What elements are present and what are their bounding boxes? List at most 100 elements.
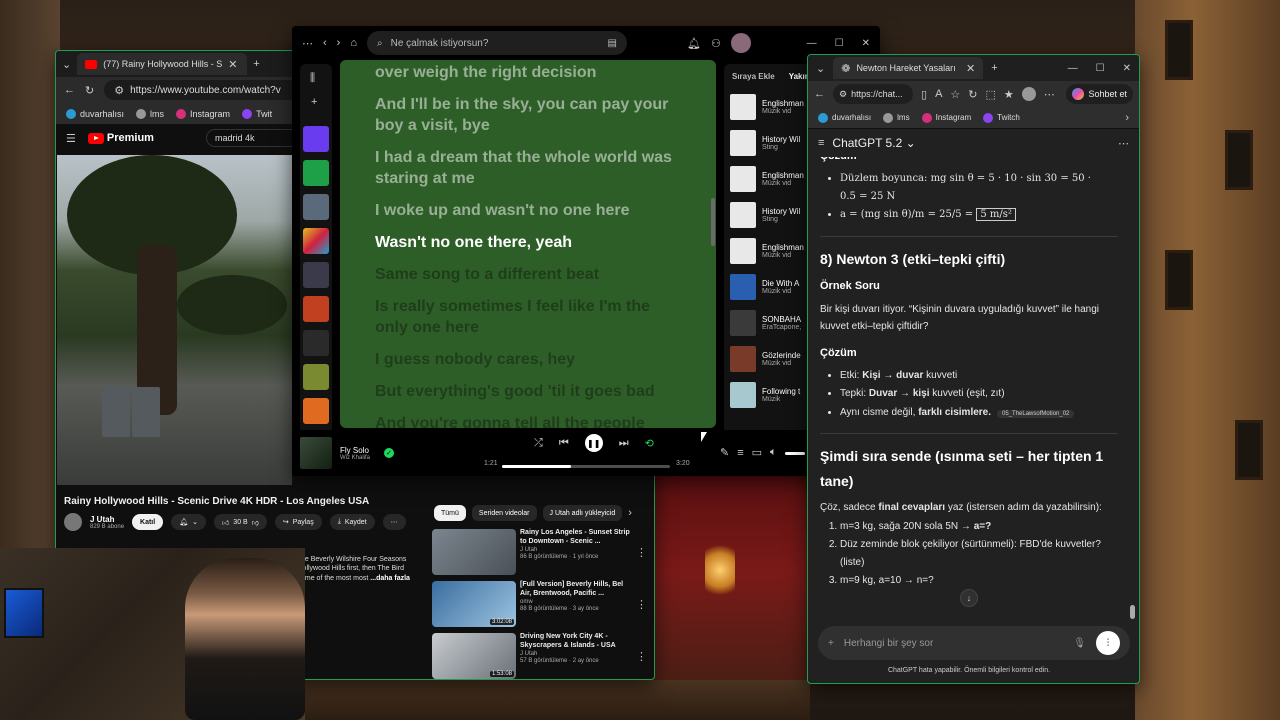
video-player[interactable]	[57, 155, 292, 485]
address-bar[interactable]: ⚙ https://chat...	[833, 84, 913, 104]
copilot-button[interactable]: Sohbet et	[1066, 84, 1133, 104]
playlist-tile[interactable]	[303, 228, 329, 254]
lyric-line[interactable]: And I'll be in the sky, you can pay your…	[375, 94, 681, 136]
model-selector[interactable]: ChatGPT 5.2 ⌄	[832, 136, 915, 150]
queue-title[interactable]: Englishman	[762, 171, 804, 180]
bookmark-twitch[interactable]: Twitch	[983, 112, 1020, 123]
video-thumbnail[interactable]: 3:02:08	[432, 581, 516, 627]
repeat-icon[interactable]: ⟲	[645, 437, 654, 450]
queue-album-art[interactable]	[730, 202, 756, 228]
bookmark-instagram[interactable]: Instagram	[921, 112, 971, 123]
lyric-line[interactable]: But everything's good 'til it goes bad	[375, 381, 681, 402]
site-info-icon[interactable]: ⚙	[114, 84, 124, 97]
track-artist[interactable]: Wiz Khalifa	[340, 455, 370, 461]
forward-icon[interactable]: ›	[337, 37, 341, 49]
lyric-line[interactable]: I guess nobody cares, hey	[375, 349, 681, 370]
volume-slider[interactable]	[784, 452, 805, 455]
queue-title[interactable]: SONBAHA	[762, 315, 801, 324]
lyric-line[interactable]: And you're gonna tell all the people	[375, 413, 681, 428]
thumbs-down-icon[interactable]: 👎︎	[252, 518, 259, 527]
queue-artist[interactable]: Sting	[762, 144, 800, 151]
queue-album-art[interactable]	[730, 346, 756, 372]
chat-input[interactable]: + Herhangi bir şey sor 🎙︎ ⫶	[818, 626, 1130, 660]
lyric-line[interactable]: I woke up and wasn't no one here	[375, 200, 681, 221]
queue-album-art[interactable]	[730, 130, 756, 156]
lyric-line[interactable]: Is really sometimes I feel like I'm the …	[375, 296, 681, 338]
save-button[interactable]: ⤓ Kaydet	[329, 514, 375, 530]
lyric-line[interactable]: over weigh the right decision	[375, 62, 681, 83]
close-icon[interactable]: ✕	[966, 62, 975, 75]
bookmark-duvarhalisi[interactable]: duvarhalısı	[818, 112, 871, 123]
lyrics-icon[interactable]: ✎	[720, 446, 729, 459]
bookmark-twitch[interactable]: Twit	[242, 108, 272, 119]
chevron-right-icon[interactable]: ›	[1125, 112, 1129, 124]
browse-icon[interactable]: ▤	[608, 38, 617, 49]
more-vert-icon[interactable]: ⋮	[636, 633, 647, 679]
queue-title[interactable]: History Wil	[762, 135, 800, 144]
queue-album-art[interactable]	[730, 274, 756, 300]
citation-chip[interactable]: 05_TheLawsofMotion_02	[997, 409, 1075, 418]
new-tab-icon[interactable]: +	[991, 62, 997, 74]
more-icon[interactable]: ⋯	[1044, 88, 1055, 101]
playlist-tile[interactable]	[303, 296, 329, 322]
recommendation-item[interactable]: 1:53:08 Driving New York City 4K - Skysc…	[432, 633, 647, 679]
more-link[interactable]: ...daha fazla	[370, 575, 410, 582]
queue-artist[interactable]: Müzik vid	[762, 360, 801, 367]
back-icon[interactable]: ←	[64, 84, 75, 96]
close-icon[interactable]: ✕	[862, 38, 870, 49]
channel-name[interactable]: J Utah	[90, 515, 124, 524]
add-icon[interactable]: +	[311, 96, 317, 108]
more-actions-button[interactable]: ⋯	[382, 514, 406, 530]
queue-title[interactable]: Englishman	[762, 243, 804, 252]
more-icon[interactable]: ⋯	[1118, 137, 1129, 150]
profile-avatar[interactable]	[1021, 87, 1036, 101]
queue-icon[interactable]: ≡	[737, 446, 743, 459]
chevron-right-icon[interactable]: ›	[628, 505, 632, 521]
album-art[interactable]	[300, 437, 332, 469]
like-button[interactable]: 👍︎ 30 B 👎︎	[213, 514, 267, 530]
scrollbar-thumb[interactable]	[1130, 605, 1135, 619]
bookmark-lms[interactable]: lms	[883, 112, 910, 123]
favorite-icon[interactable]: ☆	[950, 88, 960, 101]
progress-bar[interactable]	[502, 465, 670, 468]
playlist-tile[interactable]	[303, 330, 329, 356]
track-title[interactable]: Fly Solo	[340, 446, 370, 455]
bookmark-lms[interactable]: lms	[136, 108, 164, 119]
new-tab-icon[interactable]: +	[253, 58, 259, 70]
added-check-icon[interactable]: ✓	[384, 448, 395, 458]
bookmark-duvarhalisi[interactable]: duvarhalısı	[66, 108, 124, 119]
queue-title[interactable]: Following t	[762, 387, 800, 396]
chevron-down-icon[interactable]: ⌄	[816, 62, 825, 75]
previous-icon[interactable]: ⏮	[559, 437, 569, 450]
queue-artist[interactable]: EraTcapone,	[762, 324, 801, 331]
lyrics-scrollbar[interactable]	[711, 198, 715, 246]
minimize-icon[interactable]: —	[807, 38, 817, 49]
volume-icon[interactable]: 🔈︎	[770, 446, 777, 459]
maximize-icon[interactable]: ☐	[1096, 63, 1105, 74]
lyric-line[interactable]: I had a dream that the whole world was s…	[375, 147, 681, 189]
more-vert-icon[interactable]: ⋮	[636, 529, 647, 575]
channel-avatar[interactable]	[64, 513, 82, 531]
more-vert-icon[interactable]: ⋮	[636, 581, 647, 627]
queue-artist[interactable]: Müzik vid	[762, 288, 799, 295]
playlist-tile[interactable]	[303, 364, 329, 390]
chat-scrollbar[interactable]	[1130, 165, 1135, 620]
add-icon[interactable]: +	[828, 638, 834, 649]
scroll-down-button[interactable]: ↓	[960, 589, 978, 607]
spotify-search-input[interactable]: ⌕ Ne çalmak istiyorsun? ▤	[367, 31, 627, 55]
voice-mode-button[interactable]: ⫶	[1096, 631, 1120, 655]
video-thumbnail[interactable]: 1:53:08	[432, 633, 516, 679]
recommendation-item[interactable]: Rainy Los Angeles - Sunset Strip to Down…	[432, 529, 647, 575]
microphone-icon[interactable]: 🎙︎	[1073, 638, 1086, 649]
queue-artist[interactable]: Sting	[762, 216, 800, 223]
queue-title[interactable]: Englishman	[762, 99, 804, 108]
queue-album-art[interactable]	[730, 382, 756, 408]
sidebar-toggle-icon[interactable]: ≡	[818, 137, 824, 149]
site-info-icon[interactable]: ⚙	[839, 89, 847, 100]
browser-tab-youtube[interactable]: (77) Rainy Hollywood Hills - S ✕	[77, 53, 248, 75]
queue-album-art[interactable]	[730, 310, 756, 336]
home-icon[interactable]: ⌂	[350, 37, 357, 49]
refresh-icon[interactable]: ↻	[968, 88, 977, 101]
video-thumbnail[interactable]	[432, 529, 516, 575]
reader-icon[interactable]: ▯	[921, 88, 927, 101]
